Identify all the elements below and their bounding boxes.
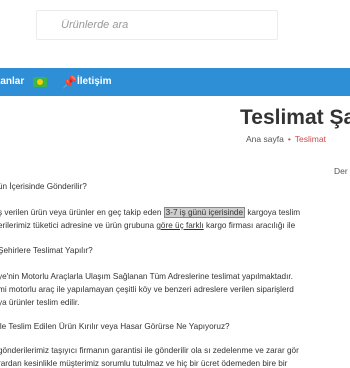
nav-item-label: tanlar (0, 76, 25, 87)
main-navbar: tanlar 📌 İletişim (0, 68, 350, 96)
page-title: Teslimat Şar (240, 106, 350, 129)
answer-text: ş verilen ürün veya ürünler en geç takip… (0, 208, 164, 217)
faq-answer-line: ya ürünler teslim edilir. (0, 298, 80, 307)
faq-answer-line: gönderilerimiz taşıyıcı firmanın garanti… (0, 346, 299, 355)
faq-answer-line: erilerimiz tüketici adresine ve ürün gru… (0, 221, 295, 230)
underlined-text: göre üç farklı (156, 221, 204, 230)
search-input[interactable] (37, 11, 277, 39)
faq-question-delivery-time: ün İçerisinde Gönderilir? (0, 182, 87, 191)
answer-text: kargo firması aracılığı ile (203, 221, 296, 230)
highlighted-text: 3-7 iş günü içerisinde (163, 207, 246, 218)
faq-answer-line: ye'nin Motorlu Araçlarla Ulaşım Sağlanan… (0, 272, 293, 281)
answer-text: erilerimiz tüketici adresine ve ürün gru… (0, 221, 157, 230)
nav-item-label: İletişim (77, 76, 112, 87)
search-box[interactable] (36, 10, 278, 40)
faq-answer-line: rardan kesinlikle müşterimiz sorumlu tut… (0, 359, 288, 368)
answer-text: kargoya teslim (245, 208, 301, 217)
section-label: Der (334, 166, 348, 176)
faq-question-damage: ile Teslim Edilen Ürün Kırılır veya Hasa… (0, 322, 230, 331)
flag-icon (33, 77, 47, 87)
pushpin-icon: 📌 (62, 75, 77, 89)
breadcrumb-home-link[interactable]: Ana sayfa (246, 134, 284, 144)
breadcrumb-separator: • (287, 134, 291, 144)
breadcrumb-current: Teslimat (294, 134, 326, 144)
faq-answer-line: ş verilen ürün veya ürünler en geç takip… (0, 207, 301, 218)
faq-answer-line: mi motorlu araç ile yapılamayan çeşitli … (0, 285, 294, 294)
breadcrumb: Ana sayfa • Teslimat (246, 134, 326, 144)
faq-question-cities: Şehirlere Teslimat Yapılır? (0, 246, 93, 255)
